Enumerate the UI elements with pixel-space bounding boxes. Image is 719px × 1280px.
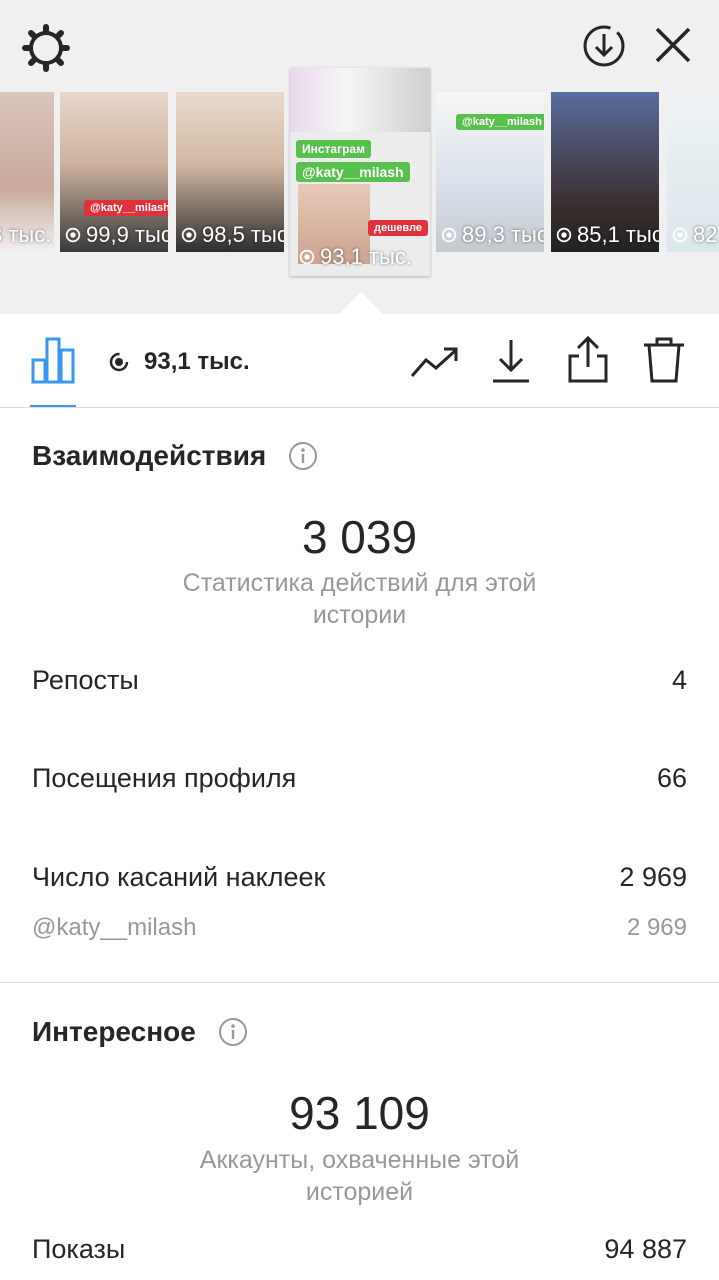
active-tab-indicator	[30, 405, 76, 407]
stat-row-sticker-taps: Число касаний наклеек 2 969	[32, 862, 687, 893]
info-icon[interactable]	[218, 1017, 248, 1047]
thumbnail-views: 93,1 тыс.	[298, 244, 412, 270]
close-button[interactable]	[650, 22, 696, 68]
insights-tab[interactable]	[30, 336, 76, 384]
download-icon	[493, 340, 529, 383]
close-icon	[655, 27, 691, 63]
story-thumbnail[interactable]: 3 тыс.	[0, 92, 54, 252]
stat-label: Показы	[32, 1234, 126, 1264]
story-strip-area: 3 тыс. @katy__milash 99,9 тыс. 98,5 тыс.…	[0, 0, 719, 314]
stat-value: 4	[671, 665, 687, 695]
views-count-label: 93,1 тыс.	[144, 348, 250, 375]
interactions-total: 3 039	[301, 511, 418, 563]
story-thumbnail-selected[interactable]: Инстаграм @katy__milash дешевле 93,1 тыс…	[290, 68, 430, 276]
discovery-caption: Аккаунты, охваченные этой историей	[199, 1146, 520, 1206]
thumbnail-views: 89,3 тыс.	[440, 222, 544, 248]
trending-up-icon	[410, 347, 458, 377]
share-button[interactable]	[566, 334, 610, 384]
stat-label: Репосты	[32, 665, 139, 695]
story-sticker: дешевле	[368, 220, 428, 236]
save-button[interactable]	[490, 336, 532, 384]
stat-row-reposts: Репосты 4	[32, 665, 687, 696]
stat-value: 94 887	[604, 1234, 687, 1264]
eye-icon	[556, 227, 572, 243]
insights-toolbar: 93,1 тыс.	[0, 314, 719, 408]
settings-button[interactable]	[20, 22, 72, 74]
trash-icon	[644, 337, 684, 383]
section-title-text: Взаимодействия	[32, 440, 267, 471]
bar-chart-icon	[31, 337, 75, 384]
stat-row-profile-visits: Посещения профиля 66	[32, 763, 687, 794]
story-thumbnail[interactable]: @katy__milash 89,3 тыс.	[436, 92, 544, 252]
stat-row-impressions: Показы 94 887	[32, 1234, 687, 1265]
download-story-button[interactable]	[580, 22, 628, 70]
views-count: 93,1 тыс.	[108, 344, 250, 380]
story-thumbnail[interactable]: 98,5 тыс.	[176, 92, 284, 252]
eye-icon	[181, 227, 197, 243]
interactions-caption: Статистика действий для этой истории	[182, 569, 537, 629]
download-circle-icon	[583, 25, 625, 67]
discovery-section-title: Интересное	[32, 1016, 248, 1048]
thumbnail-views: 82	[671, 222, 717, 248]
thumbnail-views: 98,5 тыс.	[180, 222, 284, 248]
info-icon[interactable]	[288, 441, 318, 471]
discovery-total: 93 109	[289, 1087, 430, 1139]
story-sticker: @katy__milash	[84, 200, 168, 216]
eye-icon	[299, 249, 315, 265]
story-thumbnail[interactable]: 85,1 тыс.	[551, 92, 659, 252]
stat-value: 66	[656, 763, 687, 793]
thumbnail-views: 99,9 тыс.	[64, 222, 168, 248]
gear-icon	[22, 24, 70, 72]
eye-icon	[672, 227, 688, 243]
story-sticker: @katy__milash	[456, 114, 544, 130]
thumbnail-views: 85,1 тыс.	[555, 222, 659, 248]
stat-label: Число касаний наклеек	[32, 862, 326, 892]
story-image-top	[290, 68, 430, 132]
thumbnail-views: 3 тыс.	[0, 222, 52, 247]
selected-story-pointer	[339, 292, 383, 314]
share-icon	[568, 335, 608, 383]
eye-icon	[441, 227, 457, 243]
stat-row-sticker-mention: @katy__milash 2 969	[32, 914, 687, 942]
section-divider	[0, 982, 719, 983]
story-sticker: Инстаграм	[296, 140, 371, 158]
story-thumbnail[interactable]: @katy__milash 99,9 тыс.	[60, 92, 168, 252]
stat-subvalue: 2 969	[626, 914, 687, 941]
stat-value: 2 969	[619, 862, 687, 892]
eye-icon	[65, 227, 81, 243]
story-sticker: @katy__milash	[296, 162, 410, 182]
eye-icon	[109, 352, 129, 372]
interactions-section-title: Взаимодействия	[32, 440, 318, 472]
delete-button[interactable]	[642, 334, 686, 384]
stat-sublabel: @katy__milash	[32, 914, 197, 941]
section-title-text: Интересное	[32, 1016, 196, 1047]
story-thumbnail[interactable]: 82	[667, 92, 719, 252]
promote-button[interactable]	[410, 344, 460, 380]
stat-label: Посещения профиля	[32, 763, 297, 793]
